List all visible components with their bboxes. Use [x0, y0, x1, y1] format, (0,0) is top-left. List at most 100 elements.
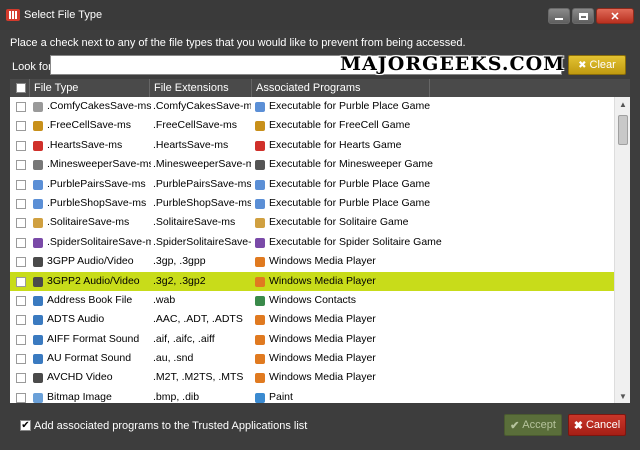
associated-program-cell: Executable for Solitaire Game [269, 216, 409, 229]
program-icon [255, 218, 265, 229]
scroll-up-icon[interactable]: ▲ [615, 97, 630, 111]
table-row[interactable]: .SpiderSolitaireSave-ms .SpiderSolitaireS… [10, 233, 614, 252]
table-row[interactable]: Address Book File .wab Windows Contacts [10, 291, 614, 310]
file-type-cell: AIFF Format Sound [47, 332, 140, 345]
row-checkbox[interactable] [16, 121, 26, 132]
watermark-text: MAJORGEEKS.COM [340, 53, 566, 75]
table-row[interactable]: .HeartsSave-ms .HeartsSave-ms Executable f… [10, 136, 614, 155]
file-type-cell: Address Book File [47, 293, 133, 306]
row-checkbox[interactable] [16, 179, 26, 190]
row-checkbox[interactable] [16, 198, 26, 209]
clear-button[interactable]: ✖ Clear [568, 55, 626, 75]
column-header-file-extensions[interactable]: File Extensions [150, 79, 252, 97]
column-header-associated-programs[interactable]: Associated Programs [252, 79, 430, 97]
scroll-thumb[interactable] [618, 115, 628, 145]
file-type-cell: AVCHD Video [47, 371, 113, 384]
title-bar: Select File Type ✕ [0, 0, 640, 30]
associated-program-cell: Executable for Purble Place Game [269, 196, 431, 209]
minimize-button[interactable] [548, 8, 570, 24]
associated-program-cell: Paint [269, 390, 293, 403]
program-icon [255, 140, 265, 151]
table-row[interactable]: AVCHD Video .M2T, .M2TS, .MTS Windows Medi… [10, 368, 614, 387]
table-row[interactable]: .SolitaireSave-ms .SolitaireSave-ms Execut… [10, 213, 614, 232]
file-extensions-cell: .PurbleShopSave-ms [153, 196, 251, 209]
maximize-button[interactable] [572, 8, 594, 24]
row-checkbox[interactable] [16, 140, 26, 151]
row-checkbox[interactable] [16, 373, 26, 384]
file-type-cell: .MinesweeperSave-ms [47, 158, 151, 171]
file-extensions-cell: .HeartsSave-ms [153, 138, 229, 151]
window-controls: ✕ [548, 8, 634, 24]
image-file-icon [33, 392, 43, 403]
file-extensions-cell: .wab [153, 293, 176, 306]
row-checkbox[interactable] [16, 354, 26, 365]
row-checkbox[interactable] [16, 315, 26, 326]
game-save-icon [33, 179, 43, 190]
game-save-icon [33, 237, 43, 248]
table-row[interactable]: .MinesweeperSave-ms .MinesweeperSave-ms Ex… [10, 155, 614, 174]
program-icon [255, 121, 265, 132]
file-type-cell: 3GPP2 Audio/Video [47, 274, 140, 287]
app-icon [6, 9, 20, 21]
game-save-icon [33, 121, 43, 132]
file-type-cell: Bitmap Image [47, 390, 112, 403]
maximize-icon [578, 12, 588, 20]
cancel-button[interactable]: ✖ Cancel [568, 414, 626, 436]
table-row[interactable]: .PurbleShopSave-ms .PurbleShopSave-ms Exec… [10, 194, 614, 213]
associated-program-cell: Windows Media Player [269, 274, 376, 287]
file-extensions-cell: .3g2, .3gp2 [153, 274, 206, 287]
table-row[interactable]: .FreeCellSave-ms .FreeCellSave-ms Executab… [10, 116, 614, 135]
row-checkbox[interactable] [16, 218, 26, 229]
row-checkbox[interactable] [16, 102, 26, 112]
file-type-cell: ADTS Audio [47, 313, 105, 326]
audio-file-icon [33, 315, 43, 326]
column-header-file-type[interactable]: File Type [30, 79, 150, 97]
file-type-table: File Type File Extensions Associated Pro… [10, 79, 630, 403]
select-all-checkbox[interactable] [16, 83, 26, 93]
file-extensions-cell: .SpiderSolitaireSave-ms [153, 235, 251, 248]
table-row[interactable]: 3GPP2 Audio/Video .3g2, .3gp2 Windows Medi… [10, 271, 614, 291]
row-checkbox[interactable] [16, 334, 26, 345]
trusted-apps-checkbox[interactable]: ✔ [20, 420, 31, 431]
table-row[interactable]: ADTS Audio .AAC, .ADT, .ADTS Windows Media… [10, 310, 614, 329]
row-checkbox[interactable] [16, 237, 26, 248]
table-row[interactable]: 3GPP Audio/Video .3gp, .3gpp Windows Media… [10, 252, 614, 271]
row-checkbox[interactable] [16, 392, 26, 403]
game-save-icon [33, 102, 43, 112]
table-row[interactable]: .PurblePairsSave-ms .PurblePairsSave-ms Ex… [10, 175, 614, 194]
header-check-cell [10, 79, 30, 97]
scroll-down-icon[interactable]: ▼ [615, 389, 630, 403]
file-extensions-cell: .3gp, .3gpp [153, 255, 206, 268]
file-type-cell: .HeartsSave-ms [47, 138, 123, 151]
close-icon: ✖ [573, 419, 583, 432]
associated-program-cell: Executable for FreeCell Game [269, 119, 411, 132]
associated-program-cell: Windows Media Player [269, 352, 376, 365]
window-title: Select File Type [24, 9, 103, 21]
file-type-cell: .SpiderSolitaireSave-ms [47, 235, 151, 248]
accept-label: Accept [522, 419, 556, 431]
associated-program-cell: Executable for Purble Place Game [269, 100, 431, 112]
row-checkbox[interactable] [16, 295, 26, 306]
close-button[interactable]: ✕ [596, 8, 634, 24]
associated-program-cell: Windows Media Player [269, 313, 376, 326]
file-type-cell: .PurblePairsSave-ms [47, 177, 146, 190]
associated-program-cell: Windows Contacts [269, 293, 356, 306]
table-row[interactable]: .ComfyCakesSave-ms .ComfyCakesSave-ms Exec… [10, 97, 614, 116]
associated-program-cell: Executable for Hearts Game [269, 138, 402, 151]
accept-button[interactable]: ✔ Accept [504, 414, 562, 436]
row-checkbox[interactable] [16, 276, 26, 287]
file-type-cell: .PurbleShopSave-ms [47, 196, 147, 209]
instruction-text: Place a check next to any of the file ty… [10, 37, 466, 49]
vertical-scrollbar[interactable]: ▲ ▼ [614, 97, 630, 403]
row-checkbox[interactable] [16, 257, 26, 268]
row-checkbox[interactable] [16, 160, 26, 171]
file-extensions-cell: .au, .snd [153, 352, 194, 365]
table-header: File Type File Extensions Associated Pro… [10, 79, 630, 97]
table-row[interactable]: Bitmap Image .bmp, .dib Paint [10, 388, 614, 403]
game-save-icon [33, 198, 43, 209]
file-extensions-cell: .PurblePairsSave-ms [153, 177, 251, 190]
file-type-cell: 3GPP Audio/Video [47, 255, 134, 268]
table-row[interactable]: AU Format Sound .au, .snd Windows Media Pl… [10, 349, 614, 368]
game-save-icon [33, 140, 43, 151]
table-row[interactable]: AIFF Format Sound .aif, .aifc, .aiff Windo… [10, 330, 614, 349]
